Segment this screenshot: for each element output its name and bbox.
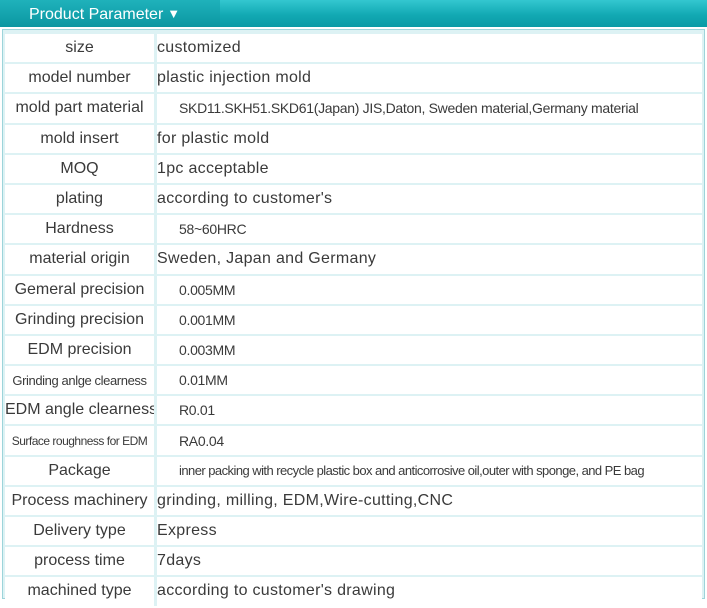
section-title: Product Parameter ▼ xyxy=(29,4,180,24)
parameter-value: 0.01MM xyxy=(157,366,702,395)
parameter-label: Surface roughness for EDM xyxy=(5,426,157,455)
table-row: Delivery type Express xyxy=(5,517,702,546)
table-row: EDM precision 0.003MM xyxy=(5,335,702,365)
parameter-label: EDM precision xyxy=(5,335,157,365)
parameter-value: R0.01 xyxy=(157,396,702,425)
parameter-value: 0.001MM xyxy=(157,305,702,334)
parameter-value: inner packing with recycle plastic box a… xyxy=(157,456,702,485)
parameter-value: SKD11.SKH51.SKD61(Japan) JIS,Daton, Swed… xyxy=(157,94,702,123)
parameter-label: size xyxy=(5,34,157,63)
parameter-label: Grinding precision xyxy=(5,305,157,334)
table-row: Grinding precision 0.001MM xyxy=(5,305,702,334)
parameter-label: Hardness xyxy=(5,215,157,244)
table-row: mold part material SKD11.SKH51.SKD61(Jap… xyxy=(5,94,702,123)
parameter-label: Package xyxy=(5,456,157,485)
parameter-value: 7days xyxy=(157,547,702,576)
parameter-table-container: size customized model number plastic inj… xyxy=(2,29,705,606)
table-row: machined type according to customer's dr… xyxy=(5,577,702,606)
parameter-value: plastic injection mold xyxy=(157,64,702,93)
section-title-text: Product Parameter xyxy=(29,6,164,23)
parameter-label: mold insert xyxy=(5,124,157,153)
parameter-table: size customized model number plastic inj… xyxy=(5,32,702,608)
parameter-value: Express xyxy=(157,517,702,546)
triangle-down-icon: ▼ xyxy=(167,6,181,21)
parameter-label: machined type xyxy=(5,577,157,606)
parameter-label: Gemeral precision xyxy=(5,275,157,304)
parameter-value: according to customer's drawing xyxy=(157,577,702,606)
table-row: Gemeral precision 0.005MM xyxy=(5,275,702,304)
table-row: Hardness 58~60HRC xyxy=(5,215,702,244)
table-row: plating according to customer's xyxy=(5,184,702,214)
section-header: Product Parameter ▼ xyxy=(0,0,707,27)
parameter-value: 0.003MM xyxy=(157,335,702,365)
parameter-value: 58~60HRC xyxy=(157,215,702,244)
parameter-value: RA0.04 xyxy=(157,426,702,455)
table-row: EDM angle clearness R0.01 xyxy=(5,396,702,425)
parameter-label: model number xyxy=(5,64,157,93)
table-row: Process machinery grinding, milling, EDM… xyxy=(5,486,702,515)
parameter-label: MOQ xyxy=(5,154,157,183)
product-parameter-page: Product Parameter ▼ size customized model… xyxy=(0,0,707,606)
parameter-label: mold part material xyxy=(5,94,157,123)
parameter-value: 1pc acceptable xyxy=(157,154,702,183)
table-row: mold insert for plastic mold xyxy=(5,124,702,153)
table-row: process time 7days xyxy=(5,547,702,576)
parameter-label: Process machinery xyxy=(5,486,157,515)
table-row: Grinding anlge clearness 0.01MM xyxy=(5,366,702,395)
parameter-value: for plastic mold xyxy=(157,124,702,153)
parameter-value: grinding, milling, EDM,Wire-cutting,CNC xyxy=(157,486,702,515)
parameter-label: plating xyxy=(5,184,157,214)
parameter-value: Sweden, Japan and Germany xyxy=(157,245,702,274)
parameter-label: Delivery type xyxy=(5,517,157,546)
parameter-label: process time xyxy=(5,547,157,576)
table-row: model number plastic injection mold xyxy=(5,64,702,93)
parameter-label: EDM angle clearness xyxy=(5,396,157,425)
table-row: Package inner packing with recycle plast… xyxy=(5,456,702,485)
table-row: material origin Sweden, Japan and German… xyxy=(5,245,702,274)
parameter-value: 0.005MM xyxy=(157,275,702,304)
parameter-value: according to customer's xyxy=(157,184,702,214)
table-row: Surface roughness for EDM RA0.04 xyxy=(5,426,702,455)
parameter-label: Grinding anlge clearness xyxy=(5,366,157,395)
table-row: MOQ 1pc acceptable xyxy=(5,154,702,183)
parameter-value: customized xyxy=(157,34,702,63)
parameter-label: material origin xyxy=(5,245,157,274)
table-row: size customized xyxy=(5,34,702,63)
